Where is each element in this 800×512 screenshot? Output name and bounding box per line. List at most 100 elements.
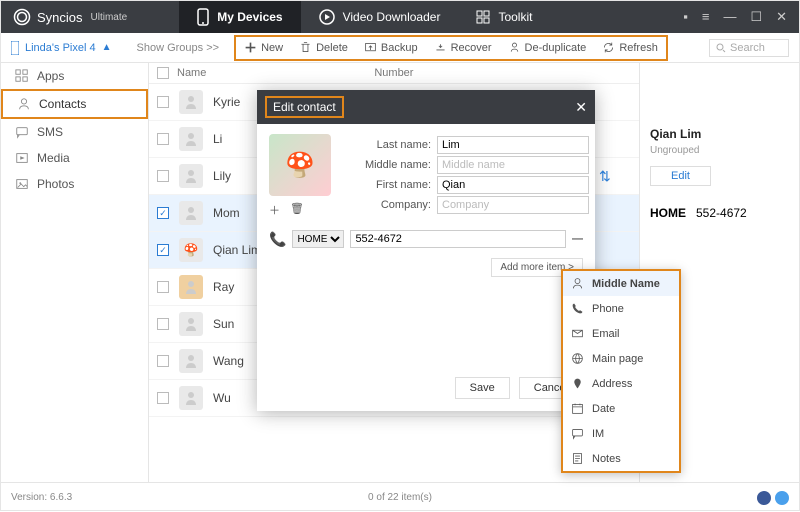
user-icon [571, 277, 584, 290]
maximize-icon[interactable]: ☐ [750, 9, 762, 25]
menu-item[interactable]: Email [563, 321, 679, 346]
contact-name: Lily [213, 169, 231, 183]
menu-item[interactable]: Address [563, 371, 679, 396]
phone-icon [571, 302, 584, 315]
row-checkbox[interactable] [157, 207, 169, 219]
add-avatar-icon[interactable]: ＋ [269, 202, 280, 218]
menu-item[interactable]: Date [563, 396, 679, 421]
show-groups-toggle[interactable]: Show Groups >> [122, 42, 235, 54]
sync-icon[interactable]: ⇅ [599, 168, 611, 185]
note-icon [571, 452, 584, 465]
play-icon [319, 9, 335, 25]
first-name-field[interactable] [437, 176, 589, 194]
menu-item-label: IM [592, 428, 604, 440]
last-name-field[interactable] [437, 136, 589, 154]
row-checkbox[interactable] [157, 392, 169, 404]
refresh-button[interactable]: Refresh [594, 37, 666, 59]
row-checkbox[interactable] [157, 281, 169, 293]
menu-icon[interactable]: ≡ [702, 9, 710, 25]
menu-item[interactable]: Main page [563, 346, 679, 371]
sms-icon [15, 125, 29, 139]
tab-my-devices[interactable]: My Devices [179, 1, 300, 33]
middle-name-field[interactable] [437, 156, 589, 174]
row-checkbox[interactable] [157, 96, 169, 108]
chat-icon [571, 427, 584, 440]
collapse-icon[interactable]: ▲ [102, 42, 112, 53]
backup-icon [364, 41, 377, 54]
sidebar-item-apps[interactable]: Apps [1, 63, 148, 89]
title-bar: Syncios Ultimate My Devices Video Downlo… [1, 1, 799, 33]
tool-label: New [261, 42, 283, 54]
row-checkbox[interactable] [157, 133, 169, 145]
sidebar-item-media[interactable]: Media [1, 145, 148, 171]
phone-field[interactable] [350, 230, 566, 248]
edit-button[interactable]: Edit [650, 166, 711, 186]
add-item-menu: Middle NamePhoneEmailMain pageAddressDat… [561, 269, 681, 473]
social-links [757, 491, 789, 505]
phone-type: HOME [650, 206, 686, 220]
close-icon[interactable]: ✕ [575, 99, 587, 116]
delete-avatar-icon[interactable]: 🗑 [290, 202, 304, 218]
sidebar-item-label: Photos [37, 177, 74, 191]
device-selector[interactable]: Linda's Pixel 4 ▲ [1, 41, 122, 55]
row-checkbox[interactable] [157, 170, 169, 182]
tab-label: My Devices [217, 10, 282, 24]
dedup-icon [508, 41, 521, 54]
menu-item[interactable]: IM [563, 421, 679, 446]
tab-label: Video Downloader [343, 10, 441, 24]
search-input[interactable]: Search [709, 39, 789, 57]
backup-button[interactable]: Backup [356, 37, 426, 59]
sidebar-item-contacts[interactable]: Contacts [1, 89, 148, 119]
sidebar-item-photos[interactable]: Photos [1, 171, 148, 197]
col-number-header: Number [374, 67, 413, 79]
twitter-icon[interactable] [775, 491, 789, 505]
sidebar-item-sms[interactable]: SMS [1, 119, 148, 145]
avatar [179, 90, 203, 114]
status-bar: Version: 6.6.3 0 of 22 item(s) [1, 482, 799, 512]
contact-name: Sun [213, 317, 234, 331]
company-field[interactable] [437, 196, 589, 214]
save-button[interactable]: Save [455, 377, 510, 399]
contact-avatar[interactable]: 🍄 [269, 134, 331, 196]
grid-icon [476, 10, 490, 24]
phone-type-select[interactable]: HOME [292, 230, 344, 248]
dedup-button[interactable]: De-duplicate [500, 37, 595, 59]
avatar [179, 127, 203, 151]
chat-icon[interactable]: ▪ [683, 9, 688, 25]
tab-video-downloader[interactable]: Video Downloader [301, 1, 459, 33]
new-button[interactable]: New [236, 37, 291, 59]
modal-body: 🍄 ＋ 🗑 Last name: Middle name: First name… [257, 124, 595, 411]
apps-icon [15, 69, 29, 83]
middle-name-label: Middle name: [341, 159, 431, 171]
contact-name: Kyrie [213, 95, 240, 109]
sidebar-item-label: Contacts [39, 97, 86, 111]
tool-label: Backup [381, 42, 418, 54]
avatar [179, 201, 203, 225]
tool-label: Recover [451, 42, 492, 54]
calendar-icon [571, 402, 584, 415]
remove-phone-icon[interactable]: — [572, 233, 583, 245]
edit-contact-modal: Edit contact ✕ 🍄 ＋ 🗑 Last name: Middle n… [257, 90, 595, 411]
row-checkbox[interactable] [157, 244, 169, 256]
sidebar-item-label: Media [37, 151, 70, 165]
modal-title: Edit contact [265, 96, 344, 118]
facebook-icon[interactable] [757, 491, 771, 505]
last-name-label: Last name: [341, 139, 431, 151]
item-count: 0 of 22 item(s) [368, 492, 432, 503]
menu-item[interactable]: Notes [563, 446, 679, 471]
avatar [179, 349, 203, 373]
contacts-icon [17, 97, 31, 111]
select-all-checkbox[interactable] [157, 67, 169, 79]
menu-item[interactable]: Phone [563, 296, 679, 321]
minimize-icon[interactable]: — [723, 9, 736, 25]
menu-item[interactable]: Middle Name [563, 271, 679, 296]
recover-button[interactable]: Recover [426, 37, 500, 59]
close-icon[interactable]: ✕ [776, 9, 787, 25]
contact-name: Wu [213, 391, 231, 405]
device-icon [197, 8, 209, 26]
delete-button[interactable]: Delete [291, 37, 356, 59]
row-checkbox[interactable] [157, 318, 169, 330]
tab-toolkit[interactable]: Toolkit [458, 1, 550, 33]
row-checkbox[interactable] [157, 355, 169, 367]
avatar [179, 275, 203, 299]
